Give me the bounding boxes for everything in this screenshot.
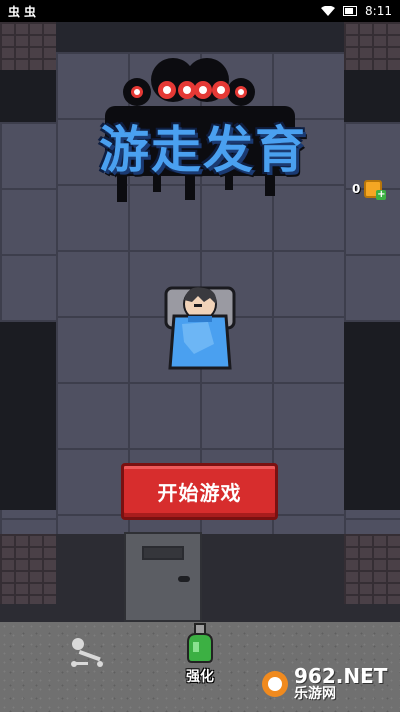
sleeping-character bbox=[164, 286, 236, 370]
bug-icon: 虫 bbox=[8, 4, 21, 19]
bones-icon bbox=[71, 638, 103, 667]
status-time: 8:11 bbox=[365, 4, 392, 18]
upgrade-button[interactable]: 强化 bbox=[176, 622, 224, 692]
coin-icon: + bbox=[364, 180, 387, 200]
brick-wall-top-left bbox=[0, 22, 56, 70]
dungeon-door bbox=[124, 532, 202, 622]
brick-wall-bottom-right bbox=[344, 534, 400, 604]
plus-icon: + bbox=[376, 189, 387, 200]
battery-icon bbox=[343, 6, 358, 16]
door-knob bbox=[178, 576, 190, 582]
start-game-button[interactable]: 开始游戏 bbox=[121, 463, 278, 520]
coin-count: 0 bbox=[352, 182, 361, 196]
potion-icon bbox=[187, 623, 213, 663]
watermark-logo-icon bbox=[262, 671, 288, 697]
watermark: 962.NET 乐游网 bbox=[260, 662, 396, 706]
top-wall bbox=[56, 22, 344, 52]
game-scene: 游走发育 0 + 开始游戏 强化 962.NET 乐游网 bbox=[0, 22, 400, 712]
dark-corner bbox=[344, 70, 400, 122]
status-bar: 虫 虫 8:11 bbox=[0, 0, 400, 22]
right-pillar bbox=[344, 322, 400, 510]
bug-icon: 虫 bbox=[24, 4, 37, 19]
upgrade-label: 强化 bbox=[186, 669, 214, 685]
door-window bbox=[142, 546, 184, 560]
brick-wall-top-right bbox=[344, 22, 400, 70]
dark-corner bbox=[0, 70, 56, 122]
watermark-sub: 乐游网 bbox=[294, 686, 336, 703]
watermark-brand: 962.NET bbox=[294, 664, 388, 689]
wifi-icon bbox=[321, 6, 336, 16]
game-title: 游走发育 bbox=[99, 121, 307, 179]
coin-counter[interactable]: 0 + bbox=[352, 180, 387, 200]
left-pillar bbox=[0, 322, 56, 510]
notification-icons: 虫 虫 bbox=[8, 3, 36, 20]
game-logo: 游走发育 bbox=[75, 50, 325, 210]
brick-wall-bottom-left bbox=[0, 534, 56, 604]
